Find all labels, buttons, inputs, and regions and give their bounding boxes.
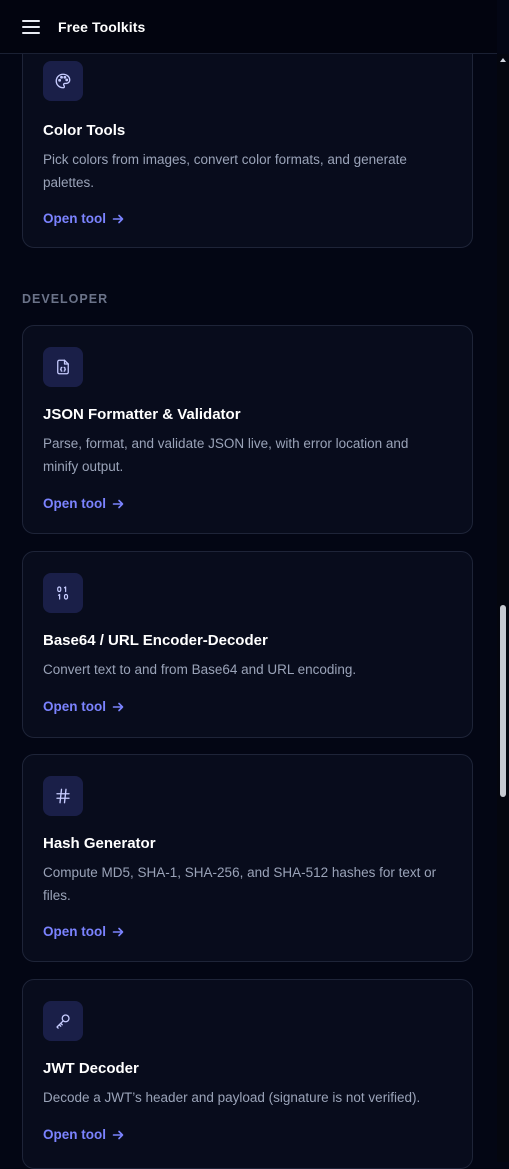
tool-card-json-formatter[interactable]: JSON Formatter & Validator Parse, format… [22,325,473,534]
open-tool-link[interactable]: Open tool [43,699,124,714]
card-description: Compute MD5, SHA-1, SHA-256, and SHA-512… [43,865,437,903]
tool-card-base64-encoder[interactable]: Base64 / URL Encoder-Decoder Convert tex… [22,551,473,738]
binary-icon [43,573,83,613]
arrow-right-icon [112,1130,124,1139]
tool-card-hash-generator[interactable]: Hash Generator Compute MD5, SHA-1, SHA-2… [22,754,473,962]
card-description: Decode a JWT’s header and payload (signa… [43,1090,421,1105]
open-tool-link[interactable]: Open tool [43,211,124,226]
scrollbar-thumb[interactable] [500,605,506,797]
card-description: Pick colors from images, convert color f… [43,152,407,190]
open-tool-label: Open tool [43,1127,106,1142]
open-tool-link[interactable]: Open tool [43,496,124,511]
open-tool-link[interactable]: Open tool [43,924,124,939]
palette-icon [43,61,83,101]
card-title: JSON Formatter & Validator [43,406,241,423]
card-description: Convert text to and from Base64 and URL … [43,662,357,677]
hash-icon [43,776,83,816]
arrow-right-icon [112,702,124,711]
open-tool-label: Open tool [43,924,106,939]
card-title: Color Tools [43,122,126,139]
key-icon [43,1001,83,1041]
section-heading-developer: DEVELOPER [22,292,109,306]
site-title[interactable]: Free Toolkits [58,19,145,35]
scrollbar[interactable] [497,54,509,1162]
card-title: JWT Decoder [43,1060,139,1077]
card-title: Hash Generator [43,835,156,852]
tool-card-jwt-decoder[interactable]: JWT Decoder Decode a JWT’s header and pa… [22,979,473,1169]
card-title: Base64 / URL Encoder-Decoder [43,632,268,649]
open-tool-label: Open tool [43,699,106,714]
tool-card-color-tools[interactable]: Color Tools Pick colors from images, con… [22,30,473,248]
open-tool-label: Open tool [43,496,106,511]
top-bar: Free Toolkits [0,0,497,54]
open-tool-link[interactable]: Open tool [43,1127,124,1142]
code-file-icon [43,347,83,387]
arrow-right-icon [112,499,124,508]
hamburger-menu-icon[interactable] [22,19,40,35]
open-tool-label: Open tool [43,211,106,226]
card-description: Parse, format, and validate JSON live, w… [43,436,409,474]
arrow-right-icon [112,927,124,936]
scroll-up-arrow-icon[interactable] [500,58,506,62]
arrow-right-icon [112,214,124,223]
